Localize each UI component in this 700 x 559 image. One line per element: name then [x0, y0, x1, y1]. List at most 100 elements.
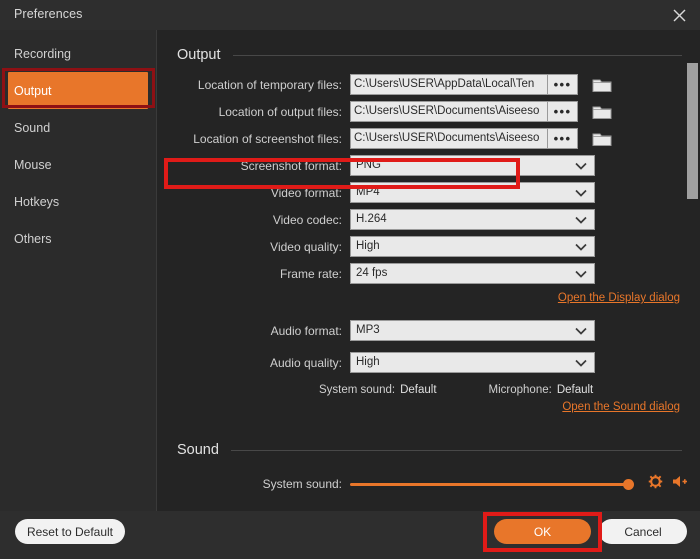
- label-screenshot-format: Screenshot format:: [158, 159, 350, 173]
- sound-section-header: Sound: [177, 442, 682, 458]
- select-value: 24 fps: [356, 267, 387, 279]
- label-screenshot-files: Location of screenshot files:: [158, 132, 350, 146]
- ok-button[interactable]: OK: [494, 519, 591, 544]
- label-video-codec: Video codec:: [158, 213, 350, 227]
- label-output-files: Location of output files:: [158, 105, 350, 119]
- row-audio-format: Audio format: MP3: [158, 317, 700, 344]
- label-video-format: Video format:: [158, 186, 350, 200]
- chevron-down-icon: [574, 187, 588, 203]
- sound-dialog-link-row: Open the Sound dialog: [158, 401, 700, 413]
- open-sound-dialog-link[interactable]: Open the Sound dialog: [562, 401, 680, 413]
- select-value: H.264: [356, 213, 387, 225]
- cancel-button[interactable]: Cancel: [599, 519, 687, 544]
- output-form: Location of temporary files: C:\Users\US…: [158, 71, 700, 413]
- slider-knob[interactable]: [623, 479, 634, 490]
- chevron-down-icon: [574, 268, 588, 284]
- row-screenshot-files: Location of screenshot files: C:\Users\U…: [158, 125, 700, 152]
- window-title: Preferences: [14, 7, 83, 21]
- label-frame-rate: Frame rate:: [158, 267, 350, 281]
- select-screenshot-format[interactable]: PNG: [350, 155, 595, 176]
- system-sound-value: Default: [400, 384, 436, 396]
- folder-icon[interactable]: [587, 128, 617, 150]
- speaker-icon[interactable]: [672, 474, 688, 494]
- section-title-sound: Sound: [177, 442, 219, 458]
- row-video-format: Video format: MP4: [158, 179, 700, 206]
- ellipsis-icon: •••: [554, 108, 572, 115]
- section-divider: [231, 450, 682, 451]
- ellipsis-icon: •••: [554, 81, 572, 88]
- system-sound-slider[interactable]: [350, 483, 631, 486]
- row-frame-rate: Frame rate: 24 fps: [158, 260, 700, 287]
- select-frame-rate[interactable]: 24 fps: [350, 263, 595, 284]
- sound-summary-row: System sound: Default Microphone: Default: [158, 384, 700, 396]
- chevron-down-icon: [574, 357, 588, 373]
- input-temp-files[interactable]: C:\Users\USER\AppData\Local\Ten: [350, 74, 548, 95]
- chevron-down-icon: [574, 160, 588, 176]
- section-title-output: Output: [177, 47, 221, 63]
- preferences-window: Preferences Recording Output Sound Mouse…: [0, 0, 700, 559]
- display-dialog-link-row: Open the Display dialog: [158, 292, 700, 304]
- microphone-label: Microphone:: [489, 384, 552, 396]
- microphone-summary: Microphone: Default: [489, 384, 594, 396]
- section-divider: [233, 55, 682, 56]
- input-output-files[interactable]: C:\Users\USER\Documents\Aiseeso: [350, 101, 548, 122]
- system-sound-summary: System sound: Default: [319, 384, 437, 396]
- select-value: High: [356, 240, 380, 252]
- browse-temp-files-button[interactable]: •••: [548, 74, 578, 95]
- label-video-quality: Video quality:: [158, 240, 350, 254]
- select-video-quality[interactable]: High: [350, 236, 595, 257]
- select-audio-format[interactable]: MP3: [350, 320, 595, 341]
- select-value: High: [356, 356, 380, 368]
- browse-screenshot-files-button[interactable]: •••: [548, 128, 578, 149]
- sidebar-item-label: Sound: [14, 121, 50, 135]
- sidebar-item-label: Others: [14, 232, 52, 246]
- row-video-quality: Video quality: High: [158, 233, 700, 260]
- select-value: PNG: [356, 159, 381, 171]
- sidebar-item-mouse[interactable]: Mouse: [0, 146, 156, 183]
- label-system-sound: System sound:: [158, 477, 350, 491]
- sidebar-item-sound[interactable]: Sound: [0, 109, 156, 146]
- row-screenshot-format: Screenshot format: PNG: [158, 152, 700, 179]
- sidebar-item-hotkeys[interactable]: Hotkeys: [0, 183, 156, 220]
- label-audio-quality: Audio quality:: [158, 356, 350, 370]
- row-system-sound-slider: System sound:: [158, 472, 700, 496]
- sidebar-item-recording[interactable]: Recording: [0, 35, 156, 72]
- sidebar-item-output[interactable]: Output: [8, 72, 148, 109]
- select-value: MP3: [356, 324, 380, 336]
- select-video-codec[interactable]: H.264: [350, 209, 595, 230]
- main-panel: Output Location of temporary files: C:\U…: [158, 30, 700, 511]
- row-video-codec: Video codec: H.264: [158, 206, 700, 233]
- sidebar-item-label: Recording: [14, 47, 71, 61]
- chevron-down-icon: [574, 214, 588, 230]
- chevron-down-icon: [574, 241, 588, 257]
- sidebar-item-others[interactable]: Others: [0, 220, 156, 257]
- label-temp-files: Location of temporary files:: [158, 78, 350, 92]
- chevron-down-icon: [574, 325, 588, 341]
- sidebar-item-label: Mouse: [14, 158, 52, 172]
- title-bar: Preferences: [0, 0, 700, 30]
- input-screenshot-files[interactable]: C:\Users\USER\Documents\Aiseeso: [350, 128, 548, 149]
- scrollbar-thumb[interactable]: [687, 63, 698, 199]
- ellipsis-icon: •••: [554, 135, 572, 142]
- sidebar-item-label: Hotkeys: [14, 195, 59, 209]
- select-value: MP4: [356, 186, 380, 198]
- select-video-format[interactable]: MP4: [350, 182, 595, 203]
- sidebar-item-label: Output: [14, 84, 52, 98]
- open-display-dialog-link[interactable]: Open the Display dialog: [558, 292, 680, 304]
- sidebar: Recording Output Sound Mouse Hotkeys Oth…: [0, 30, 157, 511]
- row-temp-files: Location of temporary files: C:\Users\US…: [158, 71, 700, 98]
- microphone-value: Default: [557, 384, 593, 396]
- row-audio-quality: Audio quality: High: [158, 349, 700, 376]
- folder-icon[interactable]: [587, 74, 617, 96]
- label-audio-format: Audio format:: [158, 324, 350, 338]
- system-sound-label: System sound:: [319, 384, 395, 396]
- browse-output-files-button[interactable]: •••: [548, 101, 578, 122]
- reset-to-default-button[interactable]: Reset to Default: [15, 519, 125, 544]
- folder-icon[interactable]: [587, 101, 617, 123]
- row-output-files: Location of output files: C:\Users\USER\…: [158, 98, 700, 125]
- gear-icon[interactable]: [648, 474, 663, 494]
- sound-icon-group: [648, 474, 688, 494]
- output-section-header: Output: [177, 47, 682, 63]
- select-audio-quality[interactable]: High: [350, 352, 595, 373]
- close-icon[interactable]: [668, 4, 690, 26]
